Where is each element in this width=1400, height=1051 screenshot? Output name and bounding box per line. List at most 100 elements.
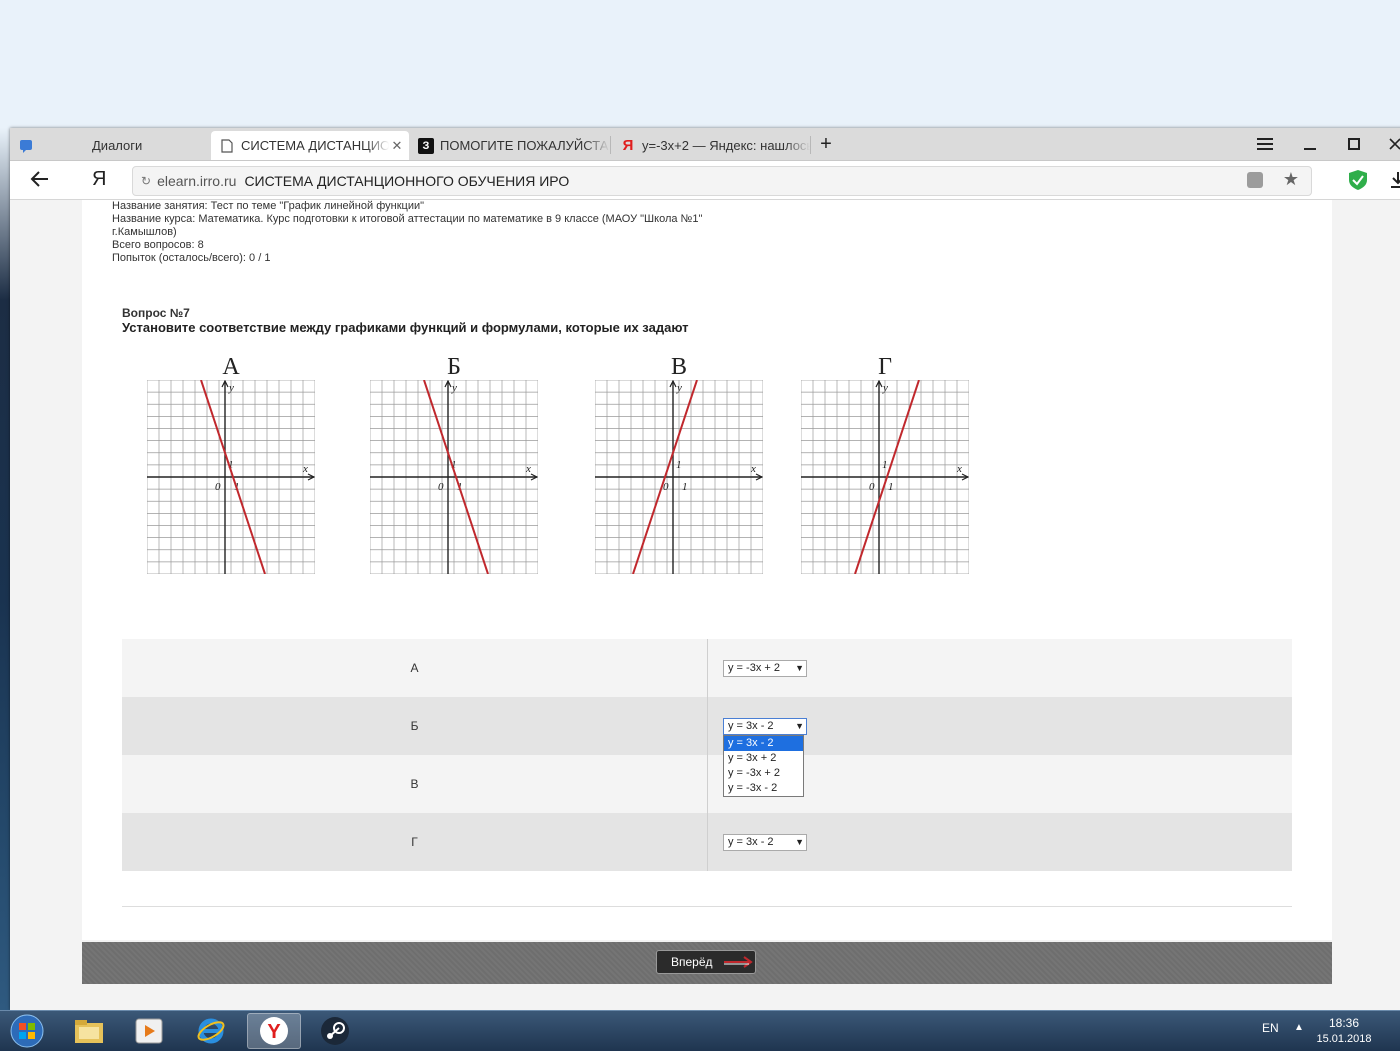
menu-icon[interactable] — [1250, 131, 1280, 157]
tab-bar: Диалоги СИСТЕМА ДИСТАНЦИОННОГО ОБУЧЕНИЯ … — [10, 128, 1400, 161]
url-domain: elearn.irro.ru — [157, 173, 237, 189]
downloads-icon[interactable] — [1390, 171, 1400, 194]
tab-separator — [610, 136, 611, 154]
dropdown-option[interactable]: y = -3x + 2 — [724, 766, 803, 781]
graph-b: Б xy011 — [370, 354, 538, 576]
origin-label: 0 — [438, 481, 444, 493]
quiz-meta: Название занятия: Тест по теме "График л… — [112, 200, 732, 265]
x-axis-label: x — [302, 463, 308, 475]
reload-icon[interactable]: ↻ — [141, 174, 151, 188]
back-arrow-icon[interactable] — [30, 170, 50, 193]
clock[interactable]: 18:36 15.01.2018 — [1316, 1015, 1372, 1047]
tab-title: y=-3x+2 — Яндекс: нашлось — [642, 138, 810, 153]
graph-title: Б — [447, 354, 461, 380]
row-label: В — [122, 755, 708, 813]
y-axis-label: y — [228, 382, 234, 394]
total-questions: Всего вопросов: 8 — [112, 239, 204, 251]
steam-icon[interactable] — [308, 1013, 362, 1049]
divider — [122, 906, 1292, 907]
next-button-label: Вперёд — [671, 955, 713, 969]
select-value: y = -3x + 2 — [728, 662, 780, 674]
tab-dialogs[interactable]: Диалоги — [10, 131, 210, 160]
url-page-title: СИСТЕМА ДИСТАНЦИОННОГО ОБУЧЕНИЯ ИРО — [244, 173, 570, 189]
close-window-icon[interactable] — [1380, 131, 1400, 157]
x-axis-label: x — [525, 463, 531, 475]
tab-title: СИСТЕМА ДИСТАНЦИОННОГО ОБУЧЕНИЯ ИРО — [241, 138, 389, 153]
chevron-down-icon: ▼ — [795, 663, 804, 673]
start-button[interactable] — [0, 1013, 54, 1049]
graph-title: Г — [878, 354, 892, 380]
x-unit-label: 1 — [682, 481, 688, 493]
row-label: Г — [122, 813, 708, 871]
graph-g: Г xy011 — [801, 354, 969, 576]
y-axis-label: y — [451, 382, 457, 394]
bookmark-star-icon[interactable]: ★ — [1283, 169, 1299, 190]
explorer-icon[interactable] — [62, 1013, 116, 1049]
maximize-icon[interactable] — [1339, 131, 1369, 157]
select-value: y = 3x - 2 — [728, 720, 774, 732]
course-name: Название курса: Математика. Курс подгото… — [112, 213, 703, 225]
formula-select-a[interactable]: y = -3x + 2 ▼ — [723, 659, 807, 677]
table-row: А y = -3x + 2 ▼ — [122, 639, 1292, 697]
page-icon — [219, 138, 235, 154]
browser-window: Диалоги СИСТЕМА ДИСТАНЦИОННОГО ОБУЧЕНИЯ … — [10, 128, 1400, 1010]
chat-icon — [18, 138, 34, 154]
y-unit-label: 1 — [882, 459, 888, 471]
table-row: Б y = 3x - 2 ▼ y = 3x - 2 y = 3x + 2 y = … — [122, 697, 1292, 797]
tab-yandex-search[interactable]: Я y=-3x+2 — Яндекс: нашлось — [612, 131, 810, 160]
origin-label: 0 — [869, 481, 875, 493]
new-tab-button[interactable]: + — [811, 131, 841, 157]
close-tab-icon[interactable]: ✕ — [389, 138, 405, 154]
y-axis-label: y — [882, 382, 888, 394]
taskbar: Y EN ▲ 18:36 15.01.2018 — [0, 1010, 1400, 1051]
graph-title: А — [222, 354, 240, 380]
chevron-down-icon: ▼ — [795, 721, 804, 731]
chevron-down-icon: ▼ — [795, 837, 804, 847]
table-row: Г y = 3x - 2 ▼ — [122, 813, 1292, 871]
dropdown-option[interactable]: y = -3x - 2 — [724, 781, 803, 796]
y-unit-label: 1 — [676, 459, 682, 471]
formula-select-g[interactable]: y = 3x - 2 ▼ — [723, 833, 807, 851]
x-unit-label: 1 — [888, 481, 894, 493]
znanija-icon: З — [418, 137, 434, 154]
graph-title: В — [670, 354, 687, 380]
dropdown-option[interactable]: y = 3x - 2 — [724, 736, 803, 751]
tab-title: Диалоги — [92, 138, 143, 153]
yandex-logo-button[interactable]: Я — [92, 168, 106, 191]
graph-plot: xy011 — [147, 380, 315, 574]
course-name-cont: г.Камышлов) — [112, 226, 177, 238]
address-bar[interactable]: ↻ elearn.irro.ru СИСТЕМА ДИСТАНЦИОННОГО … — [132, 166, 1312, 196]
question-text: Установите соответствие между графиками … — [122, 320, 689, 335]
select-value: y = 3x - 2 — [728, 836, 774, 848]
internet-explorer-icon[interactable] — [184, 1013, 238, 1049]
svg-text:Y: Y — [267, 1021, 281, 1043]
x-axis-label: x — [956, 463, 962, 475]
clock-time: 18:36 — [1328, 1016, 1360, 1030]
formula-dropdown-list: y = 3x - 2 y = 3x + 2 y = -3x + 2 y = -3… — [723, 735, 804, 797]
language-indicator[interactable]: EN — [1262, 1021, 1279, 1035]
page-viewport: Название занятия: Тест по теме "График л… — [10, 200, 1400, 1010]
graph-a: А xy011 — [147, 354, 315, 576]
next-button[interactable]: Вперёд — [656, 950, 756, 974]
quiz-content: Название занятия: Тест по теме "График л… — [82, 200, 1332, 940]
match-table: А y = -3x + 2 ▼ Б y = 3x - 2 ▼ y = 3x - 2 … — [122, 639, 1292, 871]
yandex-browser-taskbar[interactable]: Y — [247, 1013, 301, 1049]
lesson-name: Название занятия: Тест по теме "График л… — [112, 200, 425, 212]
tray-expand-icon[interactable]: ▲ — [1294, 1022, 1304, 1033]
clock-date: 15.01.2018 — [1316, 1033, 1372, 1045]
attempts: Попыток (осталось/всего): 0 / 1 — [112, 252, 271, 264]
translate-icon[interactable] — [1247, 172, 1263, 188]
arrow-right-icon — [723, 956, 753, 968]
graph-plot: xy011 — [801, 380, 969, 574]
y-axis-label: y — [676, 382, 682, 394]
formula-select-b[interactable]: y = 3x - 2 ▼ — [723, 717, 807, 735]
row-label: Б — [122, 697, 708, 755]
protect-shield-icon[interactable] — [1348, 169, 1368, 196]
minimize-icon[interactable] — [1295, 131, 1325, 157]
question-number: Вопрос №7 — [122, 306, 190, 320]
graph-v: В xy011 — [595, 354, 763, 576]
media-player-icon[interactable] — [122, 1013, 176, 1049]
dropdown-option[interactable]: y = 3x + 2 — [724, 751, 803, 766]
tab-znanija[interactable]: З ПОМОГИТЕ ПОЖАЛУЙСТА — [410, 131, 610, 160]
tab-elearn[interactable]: СИСТЕМА ДИСТАНЦИОННОГО ОБУЧЕНИЯ ИРО ✕ — [211, 131, 409, 160]
